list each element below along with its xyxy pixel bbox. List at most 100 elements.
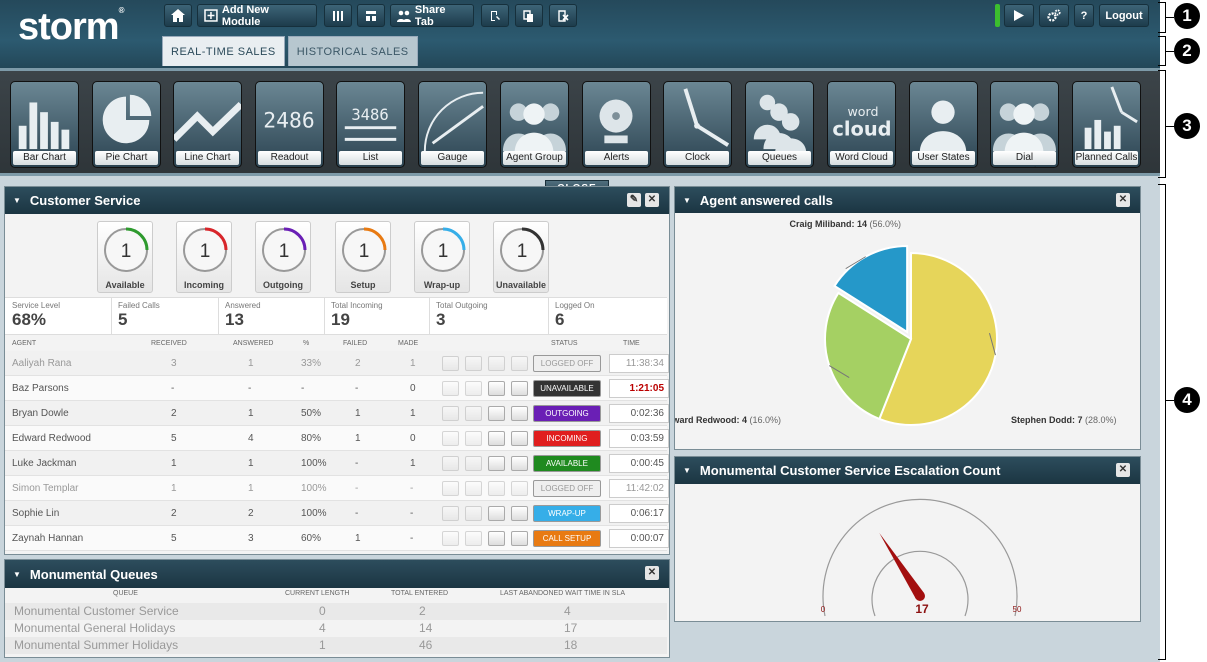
collapse-chevron-icon[interactable]: ▼ [683,196,691,205]
chat-icon[interactable] [465,356,482,371]
add-new-module-button[interactable]: Add New Module [197,4,317,28]
dial-value: 1 [279,241,290,262]
column-header: TOTAL ENTERED [391,590,449,597]
headset-icon[interactable] [442,356,459,371]
user-transfer-icon[interactable] [511,506,528,521]
wrench-icon[interactable]: ✎ [627,193,641,207]
tab-real-time-sales[interactable]: REAL-TIME SALES [162,36,285,66]
headset-icon[interactable] [442,381,459,396]
collapse-chevron-icon[interactable]: ▼ [13,196,21,205]
module-readout[interactable]: 2486 Readout [255,81,324,168]
summary-value: 5 [118,310,128,329]
summary-label: Failed Calls [118,301,160,310]
headset-icon[interactable] [442,431,459,446]
headset-icon[interactable] [442,531,459,546]
table-row: Monumental General Holidays 4 14 17 [5,620,667,637]
logout-button[interactable]: Logout [1099,4,1149,27]
headset-icon[interactable] [442,456,459,471]
user-phone-icon[interactable] [488,381,505,396]
headset-icon[interactable] [442,481,459,496]
user-phone-icon[interactable] [488,431,505,446]
dial-unavailable: 1 Unavailable [493,221,549,293]
connection-status-indicator [995,4,1000,27]
gauge-max-label: 50 [1013,605,1022,614]
pie-chart-icon [102,94,152,144]
table-row: Sophie Lin 2 2 100% - - WRAP-UP 0:06:17 [5,501,669,526]
rows-layout-button[interactable] [357,4,385,27]
user-phone-icon[interactable] [488,456,505,471]
chat-icon[interactable] [465,381,482,396]
user-transfer-icon[interactable] [511,431,528,446]
readout-digits: 2486 [263,109,314,134]
module-alerts[interactable]: Alerts [582,81,651,168]
delete-tab-button[interactable] [549,4,577,27]
copy-icon [523,9,533,22]
user-phone-icon[interactable] [488,481,505,496]
summary-value: 13 [225,310,244,329]
user-phone-icon[interactable] [488,356,505,371]
module-user-states[interactable]: User States [909,81,978,168]
column-header: MADE [398,340,419,347]
answered-value: 2 [248,508,254,519]
close-icon[interactable]: ✕ [645,566,659,580]
tab-historical-sales[interactable]: HISTORICAL SALES [287,36,418,66]
column-header: STATUS [551,340,578,347]
chat-icon[interactable] [465,406,482,421]
chat-icon[interactable] [465,431,482,446]
module-agent-group[interactable]: Agent Group [500,81,569,168]
user-transfer-icon[interactable] [511,381,528,396]
module-line-chart[interactable]: Line Chart [173,81,242,168]
module-word-cloud[interactable]: word cloud Word Cloud [827,81,896,168]
module-clock[interactable]: Clock [663,81,732,168]
module-planned-calls[interactable]: Planned Calls [1072,81,1141,168]
user-transfer-icon[interactable] [511,456,528,471]
line-chart-icon [174,101,241,142]
home-button[interactable] [164,4,192,27]
module-pie-chart[interactable]: Pie Chart [92,81,161,168]
edit-tab-button[interactable] [481,4,509,27]
user-transfer-icon[interactable] [511,531,528,546]
headset-icon[interactable] [442,406,459,421]
user-transfer-icon[interactable] [511,356,528,371]
module-queues[interactable]: Queues [745,81,814,168]
dial-value: 1 [359,241,370,262]
module-gauge[interactable]: Gauge [418,81,487,168]
chat-icon[interactable] [465,531,482,546]
settings-button[interactable] [1039,4,1069,27]
column-header: ANSWERED [233,340,274,347]
column-header: LAST ABANDONED WAIT TIME IN SLA [500,590,625,597]
percent-value: 100% [301,508,327,519]
user-phone-icon[interactable] [488,506,505,521]
collapse-chevron-icon[interactable]: ▼ [13,570,21,579]
user-transfer-icon[interactable] [511,406,528,421]
chat-icon[interactable] [465,456,482,471]
close-icon[interactable]: ✕ [645,193,659,207]
chat-icon[interactable] [465,506,482,521]
module-dial-campaign[interactable]: Dial Campaign [990,81,1059,168]
close-icon[interactable]: ✕ [1116,463,1130,477]
module-list[interactable]: 3486 List [336,81,405,168]
agent-name: Luke Jackman [12,458,77,469]
user-phone-icon[interactable] [488,406,505,421]
headset-icon[interactable] [442,506,459,521]
collapse-chevron-icon[interactable]: ▼ [683,466,691,475]
callout-leader [1166,126,1174,127]
time-value: 11:38:34 [609,354,669,373]
user-phone-icon[interactable] [488,531,505,546]
module-bar-chart[interactable]: Bar Chart [10,81,79,168]
play-button[interactable] [1004,4,1034,27]
columns-layout-button[interactable] [324,4,352,27]
pie-label-pct: (56.0%) [867,219,901,229]
status-badge: AVAILABLE [533,455,601,472]
percent-value: 50% [301,408,322,419]
alerts-icon [599,99,633,144]
column-header: AGENT [12,340,37,347]
user-transfer-icon[interactable] [511,481,528,496]
chat-icon[interactable] [465,481,482,496]
queue-name: Monumental Summer Holidays [14,638,179,652]
share-tab-button[interactable]: Share Tab [390,4,474,28]
copy-tab-button[interactable] [515,4,543,27]
help-button[interactable]: ? [1074,4,1094,27]
close-icon[interactable]: ✕ [1116,193,1130,207]
abandoned-wait: 18 [564,638,578,652]
